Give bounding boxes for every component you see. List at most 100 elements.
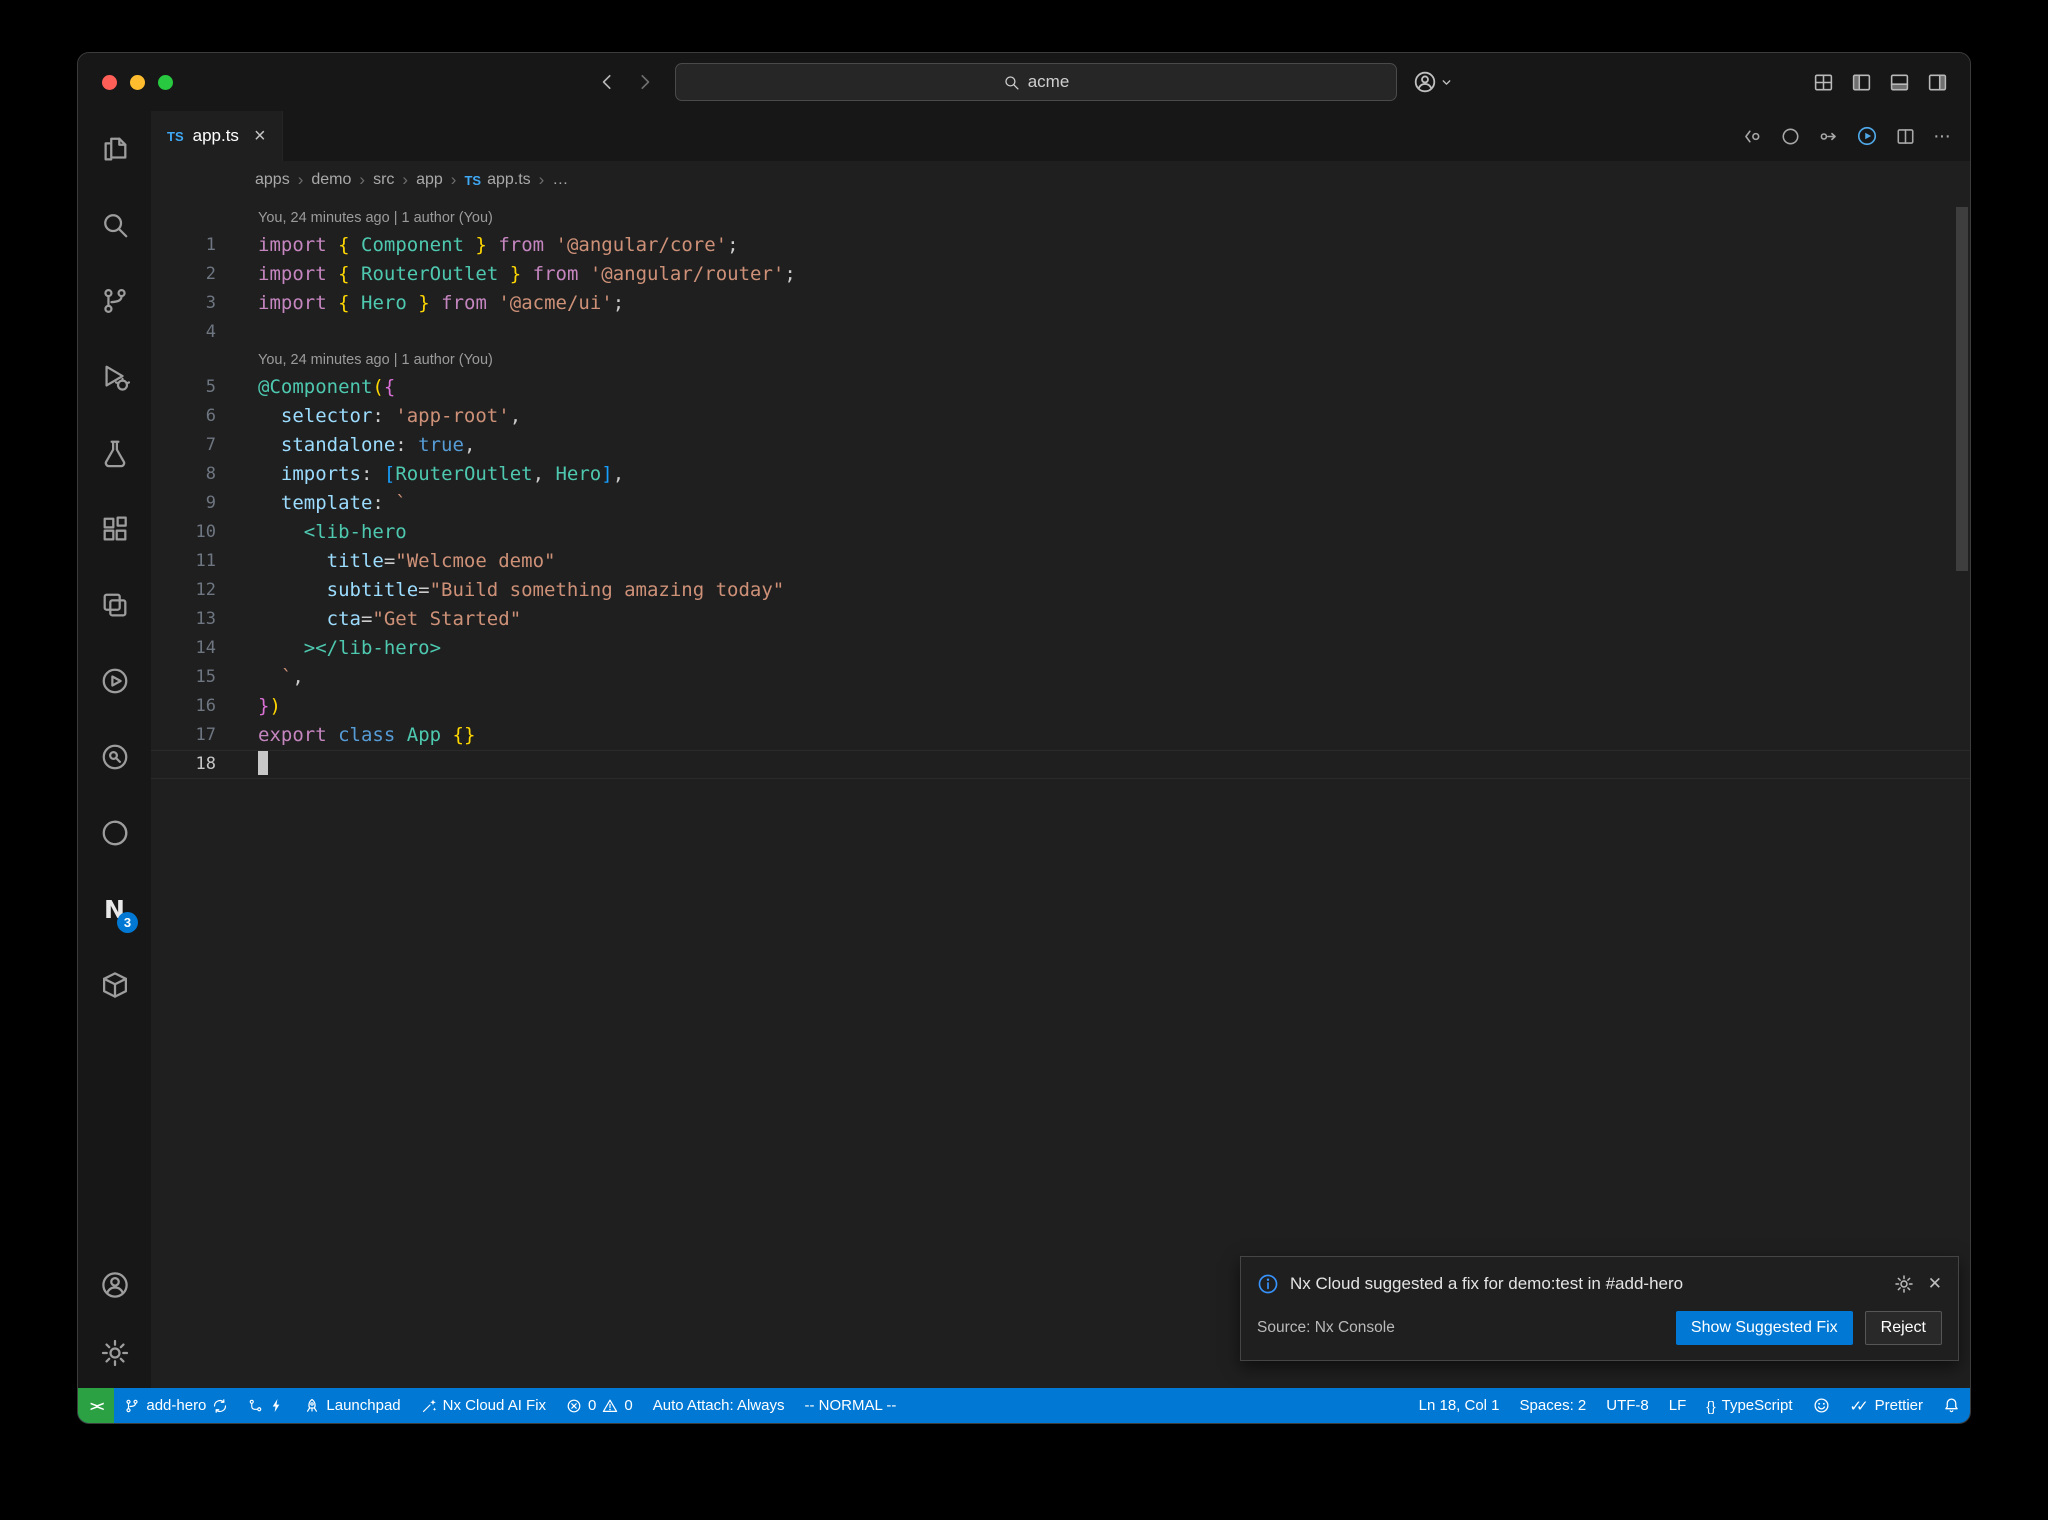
remote-indicator[interactable]: >< [78, 1388, 115, 1423]
notification-settings-gear-icon[interactable] [1894, 1274, 1914, 1294]
language-mode-item[interactable]: {} TypeScript [1696, 1388, 1802, 1423]
reject-button[interactable]: Reject [1864, 1311, 1942, 1345]
circle-icon[interactable] [1780, 126, 1801, 147]
run-targets-view-button[interactable] [78, 643, 151, 719]
code-line[interactable]: 10 <lib-hero [151, 518, 1970, 547]
code-editor[interactable]: You, 24 minutes ago | 1 author (You) 1 imp… [151, 199, 1970, 1388]
code-line[interactable]: 3 import { Hero } from '@acme/ui'; [151, 289, 1970, 318]
explorer-view-button[interactable] [78, 111, 151, 187]
customize-layout-icon[interactable] [1813, 72, 1834, 93]
encoding-item[interactable]: UTF-8 [1596, 1388, 1659, 1423]
editor-groups-view-button[interactable] [78, 567, 151, 643]
breadcrumb-file-label: app.ts [487, 171, 531, 188]
code-line[interactable]: 5 @Component({ [151, 373, 1970, 402]
status-bar: >< add-hero Launchpad Nx Cloud AI Fix 0 … [78, 1388, 1970, 1423]
vertical-scrollbar[interactable] [1956, 207, 1968, 571]
toggle-secondary-sidebar-icon[interactable] [1927, 72, 1948, 93]
code-line[interactable]: 9 template: ` [151, 489, 1970, 518]
code-line[interactable]: 15 `, [151, 663, 1970, 692]
launchpad-item[interactable]: Launchpad [294, 1388, 410, 1423]
search-icon [1005, 75, 1019, 90]
code-line[interactable]: 17 export class App {} [151, 721, 1970, 750]
nx-cloud-ai-fix-item[interactable]: Nx Cloud AI Fix [411, 1388, 556, 1423]
code-line[interactable]: 14 ></lib-hero> [151, 634, 1970, 663]
codelens-row[interactable]: You, 24 minutes ago | 1 author (You) [151, 205, 1970, 231]
split-editor-icon[interactable] [1895, 126, 1916, 147]
git-branch-icon [126, 1399, 138, 1412]
extensions-view-button[interactable] [78, 491, 151, 567]
run-file-play-icon[interactable] [1856, 125, 1878, 147]
auto-attach-item[interactable]: Auto Attach: Always [643, 1388, 795, 1423]
tab-app-ts[interactable]: TS app.ts × [151, 111, 283, 161]
minimize-window-button[interactable] [130, 74, 145, 90]
activity-bar: N 3 [78, 111, 151, 1388]
testing-view-button[interactable] [78, 415, 151, 491]
toggle-panel-icon[interactable] [1889, 72, 1910, 93]
smiley-icon [1813, 1398, 1829, 1413]
code-line[interactable]: 6 selector: 'app-root', [151, 402, 1970, 431]
code-line[interactable]: 13 cta="Get Started" [151, 605, 1970, 634]
breadcrumb-item-file[interactable]: TS app.ts [464, 171, 530, 189]
search-view-button[interactable] [78, 187, 151, 263]
eol-item[interactable]: LF [1659, 1388, 1697, 1423]
search-icon [103, 214, 127, 238]
back-button[interactable] [595, 70, 619, 94]
line-content: `, [280, 666, 304, 688]
problems-item[interactable]: 0 0 [556, 1388, 643, 1423]
breadcrumb-item-symbol[interactable]: … [552, 171, 568, 189]
zap-icon [273, 1398, 280, 1413]
feedback-item[interactable] [1803, 1388, 1840, 1423]
notification-close-icon[interactable]: ✕ [1928, 1274, 1942, 1294]
toggle-sidebar-icon[interactable] [1851, 72, 1872, 93]
close-window-button[interactable] [102, 74, 117, 90]
close-tab-icon[interactable]: × [254, 125, 266, 148]
arrow-left-icon [602, 74, 611, 90]
code-line[interactable]: 11 title="Welcmoe demo" [151, 547, 1970, 576]
search-tools-view-button[interactable] [78, 719, 151, 795]
account-menu[interactable] [1413, 70, 1453, 94]
package-view-button[interactable] [78, 947, 151, 1023]
nx-console-view-button[interactable]: N 3 [78, 871, 151, 947]
nx-cloud-status-item[interactable] [238, 1388, 294, 1423]
zoom-window-button[interactable] [158, 74, 173, 90]
breadcrumb-item-apps[interactable]: apps [255, 171, 290, 189]
line-content: imports: [RouterOutlet, Hero], [280, 463, 625, 485]
extension-logo-view-button[interactable] [78, 795, 151, 871]
indentation-item[interactable]: Spaces: 2 [1510, 1388, 1597, 1423]
run-debug-icon [104, 365, 130, 391]
code-line[interactable]: 12 subtitle="Build something amazing tod… [151, 576, 1970, 605]
open-changes-icon[interactable] [1742, 126, 1763, 147]
breadcrumb-item-src[interactable]: src [373, 171, 394, 189]
history-nav [595, 70, 657, 94]
cursor-position-item[interactable]: Ln 18, Col 1 [1409, 1388, 1510, 1423]
vscode-window: acme N 3 TS app.ts × ··· apps › demo › s… [77, 52, 1971, 1424]
breadcrumb-item-app[interactable]: app [416, 171, 443, 189]
prettier-label: Prettier [1874, 1397, 1923, 1414]
git-branch-item[interactable]: add-hero [114, 1388, 238, 1423]
code-line[interactable]: 4 [151, 318, 1970, 347]
rocket-icon [307, 1398, 318, 1412]
codelens-row[interactable]: You, 24 minutes ago | 1 author (You) [151, 347, 1970, 373]
vim-mode-item[interactable]: -- NORMAL -- [794, 1388, 906, 1423]
show-suggested-fix-button[interactable]: Show Suggested Fix [1675, 1311, 1853, 1345]
accounts-button[interactable] [78, 1252, 151, 1318]
code-lines: You, 24 minutes ago | 1 author (You) 1 imp… [151, 205, 1970, 779]
code-line[interactable]: 8 imports: [RouterOutlet, Hero], [151, 460, 1970, 489]
code-line[interactable]: 7 standalone: true, [151, 431, 1970, 460]
run-arrow-icon[interactable] [1818, 126, 1839, 147]
search-value: acme [1027, 72, 1070, 91]
notifications-bell-item[interactable] [1933, 1388, 1970, 1423]
forward-button[interactable] [633, 70, 657, 94]
run-debug-view-button[interactable] [78, 339, 151, 415]
command-center-search[interactable]: acme [675, 63, 1397, 101]
more-actions-icon[interactable]: ··· [1933, 125, 1951, 148]
source-control-view-button[interactable] [78, 263, 151, 339]
code-line[interactable]: 18 [151, 750, 1970, 779]
code-line[interactable]: 2 import { RouterOutlet } from '@angular/… [151, 260, 1970, 289]
code-line[interactable]: 16}) [151, 692, 1970, 721]
person-icon [101, 1272, 128, 1298]
code-line[interactable]: 1 import { Component } from '@angular/cor… [151, 231, 1970, 260]
settings-button[interactable] [78, 1318, 151, 1388]
prettier-item[interactable]: ✓✓ Prettier [1840, 1388, 1934, 1423]
breadcrumb-item-demo[interactable]: demo [311, 171, 351, 189]
